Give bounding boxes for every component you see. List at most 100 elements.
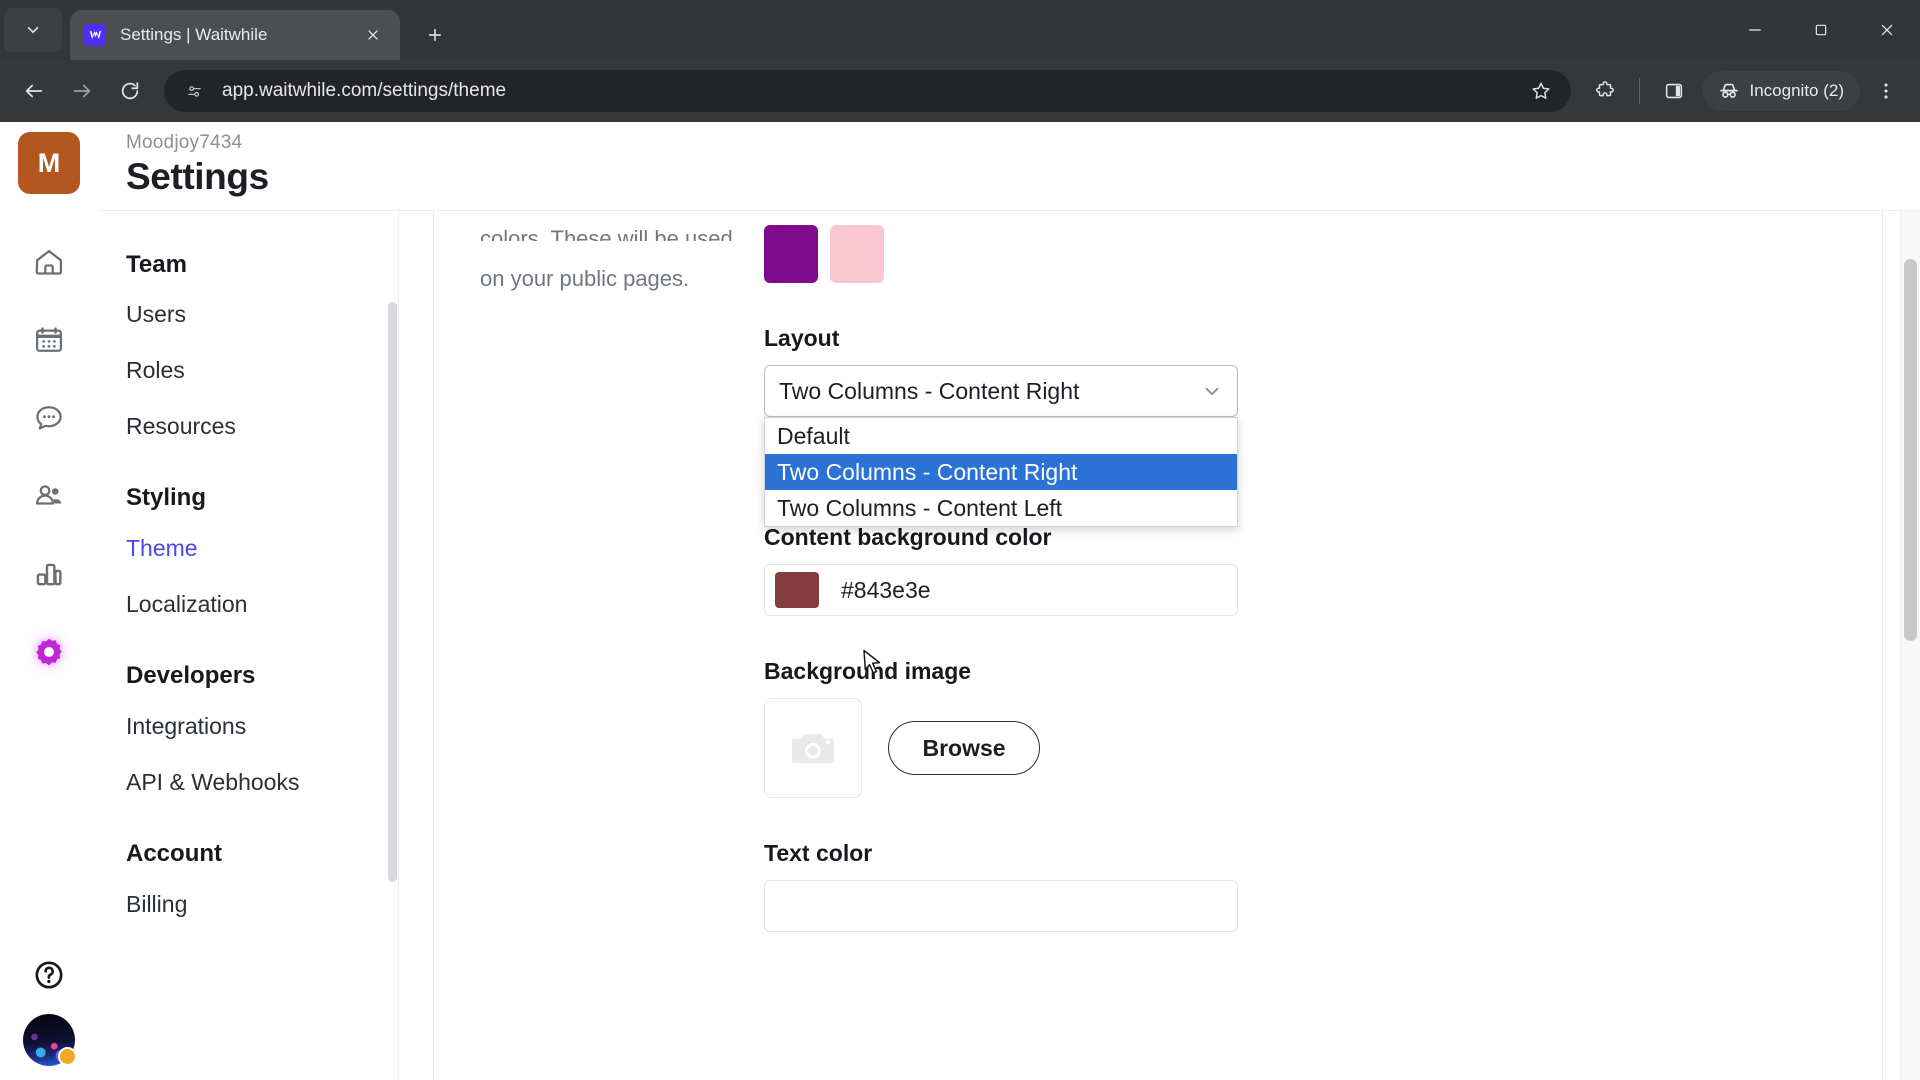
sidebar-item-localization[interactable]: Localization [126,577,398,633]
tune-icon [187,85,201,97]
content-background-color-field[interactable]: #843e3e [764,564,1238,616]
star-icon [1531,82,1550,99]
background-image-dropzone[interactable] [764,698,862,798]
primary-nav-rail: M [0,122,98,1080]
camera-icon [792,734,834,763]
extensions-button[interactable] [1583,69,1627,113]
site-settings-icon[interactable] [180,77,208,105]
new-tab-button[interactable] [416,16,454,54]
address-bar-url: app.waitwhile.com/settings/theme [222,80,507,101]
primary-color-swatch[interactable] [764,225,818,283]
reload-icon [121,82,139,100]
color-chip[interactable] [775,572,819,608]
side-panel-icon [1665,83,1682,99]
layout-dropdown-menu[interactable]: Default Two Columns - Content Right Two Co… [764,417,1238,527]
theme-settings-card: colors. These will be used on your publi… [433,211,1883,1080]
content-background-color-value: #843e3e [841,576,931,603]
layout-option[interactable]: Two Columns - Content Left [765,490,1237,526]
rail-item-analytics[interactable] [23,548,75,600]
side-panel-button[interactable] [1652,69,1696,113]
tab-close-button[interactable] [360,22,386,48]
sidebar-item-resources[interactable]: Resources [126,399,398,455]
maximize-icon [1815,24,1827,36]
layout-option[interactable]: Default [765,418,1237,454]
help-button[interactable] [28,954,70,996]
address-bar-actions [1519,69,1563,113]
browser-tab-strip: Settings | Waitwhile [0,0,1920,60]
status-badge [58,1047,77,1066]
plus-icon [428,28,442,42]
waitwhile-logo-glyph [89,30,101,39]
content-background-color-label: Content background color [764,524,1052,550]
sidebar-item-api-webhooks[interactable]: API & Webhooks [126,755,398,811]
layout-label: Layout [764,325,840,351]
forward-button[interactable] [60,69,104,113]
sidebar-item-billing[interactable]: Billing [126,877,398,933]
waitwhile-app: M Moodjoy7434 Settings Team Users Roles … [0,122,1920,1080]
page-scrollbar-thumb[interactable] [1904,259,1917,641]
extensions-icon [1595,81,1614,97]
address-bar[interactable]: app.waitwhile.com/settings/theme [164,70,1571,112]
background-image-row: Browse [764,698,1264,798]
workspace-logo[interactable]: M [18,132,80,194]
minimize-icon [1749,29,1761,31]
rail-item-calendar[interactable] [23,314,75,366]
sidebar-item-team-notifications[interactable]: Team notifications [126,211,398,221]
rail-item-home[interactable] [23,236,75,288]
close-window-button[interactable] [1854,0,1920,60]
settings-nav-group: Styling [126,484,207,512]
help-circle-icon [35,961,63,989]
people-icon [35,485,62,505]
settings-nav-list: Team notifications Team UsersRolesResource… [98,211,398,933]
settings-nav-group: Team [126,250,187,278]
layout-option[interactable]: Two Columns - Content Right [765,454,1237,490]
theme-description: on your public pages. [480,266,690,291]
layout-select[interactable]: Two Columns - Content Right [764,365,1238,417]
reload-button[interactable] [108,69,152,113]
rail-bottom-group [0,954,98,1066]
browser-tab[interactable]: Settings | Waitwhile [70,10,400,60]
sidebar-item-roles[interactable]: Roles [126,343,398,399]
bookmark-button[interactable] [1519,69,1563,113]
sidebar-item-theme[interactable]: Theme [126,521,398,577]
brand-swatches [764,211,1264,283]
chevron-down-icon [27,26,39,34]
tab-search-button[interactable] [4,8,62,52]
user-avatar-button[interactable] [23,1014,77,1066]
close-icon [1881,24,1893,36]
browser-tab-title: Settings | Waitwhile [120,25,268,44]
theme-description-clipped: colors. These will be used [480,226,733,241]
close-icon [368,30,378,40]
browser-menu-button[interactable] [1864,69,1908,113]
rail-item-messages[interactable] [23,392,75,444]
incognito-indicator[interactable]: Incognito (2) [1701,71,1860,111]
maximize-button[interactable] [1788,0,1854,60]
minimize-button[interactable] [1722,0,1788,60]
arrow-left-icon [25,84,43,98]
waitwhile-favicon [84,24,106,46]
settings-nav-scrollbar[interactable] [388,302,397,882]
settings-nav-group: Account [126,840,222,868]
settings-nav-group: Developers [126,662,256,690]
chevron-down-icon [1201,380,1223,402]
chat-bubble-icon [36,406,62,430]
sidebar-item-users[interactable]: Users [126,287,398,343]
more-vertical-icon [1884,83,1888,99]
incognito-label: Incognito (2) [1749,81,1845,100]
toolbar-divider [1638,78,1640,104]
text-color-label: Text color [764,840,873,866]
gear-icon [36,638,62,666]
rail-item-settings[interactable] [23,626,75,678]
text-color-field[interactable] [764,880,1238,932]
browser-toolbar: app.waitwhile.com/settings/theme Incogni… [0,60,1920,122]
calendar-icon [35,327,63,352]
back-button[interactable] [12,69,56,113]
browse-button[interactable]: Browse [888,721,1040,775]
sidebar-item-integrations[interactable]: Integrations [126,699,398,755]
theme-settings-content: colors. These will be used on your publi… [399,211,1920,1080]
window-controls [1722,0,1920,60]
secondary-color-swatch[interactable] [830,225,884,283]
rail-item-customers[interactable] [23,470,75,522]
page-title: Settings [126,156,269,197]
page-scrollbar-track[interactable] [1900,211,1920,1080]
